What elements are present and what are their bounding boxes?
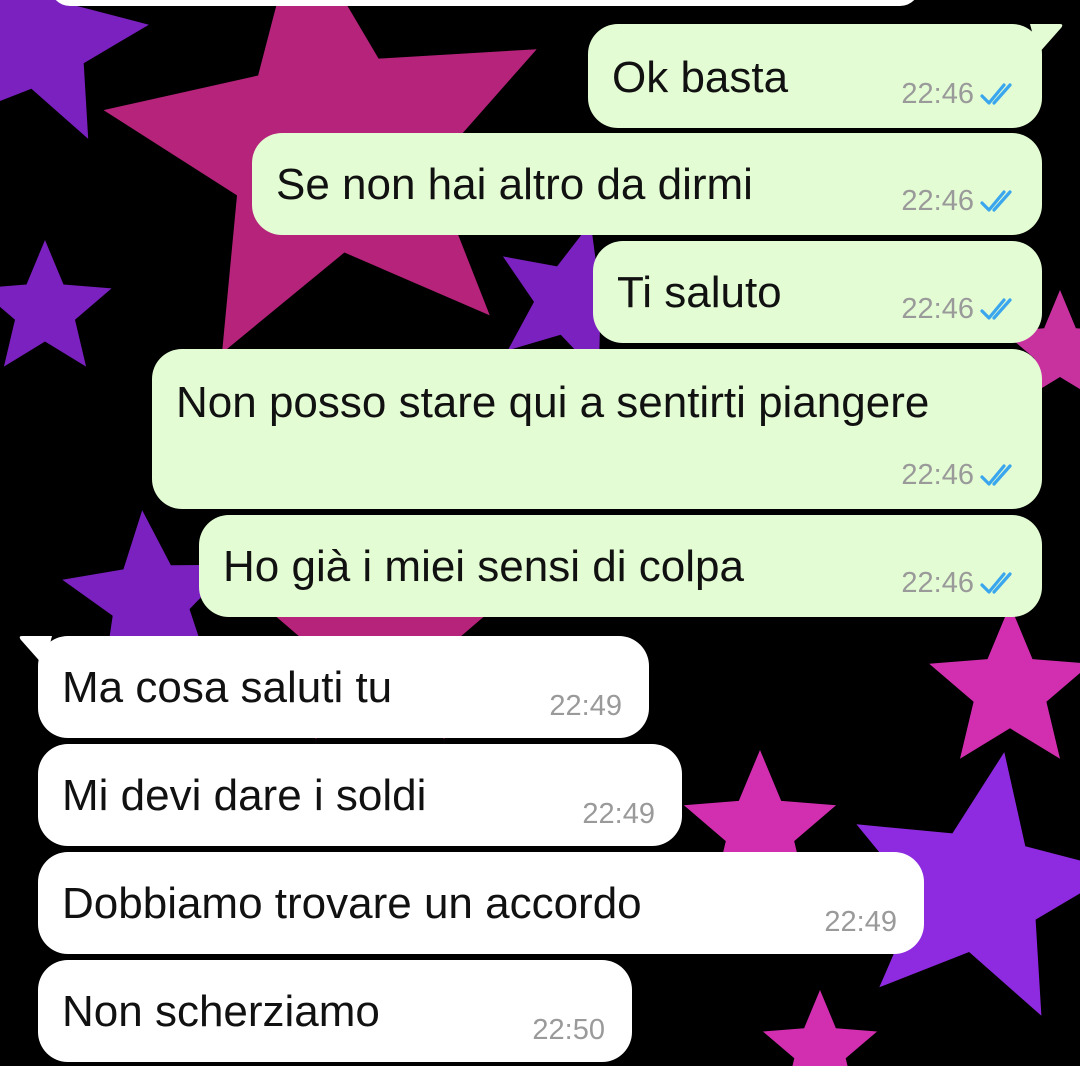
message-time: 22:49	[549, 690, 622, 722]
message-text: Dobbiamo trovare un accordo	[62, 879, 642, 928]
message-bubble-incoming[interactable]: Non scherziamo 22:50	[38, 960, 632, 1062]
message-bubble-incoming[interactable]: Mi devi dare i soldi 22:49	[38, 744, 682, 846]
message-time: 22:49	[582, 798, 655, 830]
message-bubble-incoming[interactable]: Ma cosa saluti tu 22:49	[38, 636, 649, 738]
message-meta: 22:46	[901, 461, 1020, 490]
message-time: 22:46	[901, 293, 974, 325]
message-meta: 22:49	[824, 908, 897, 937]
message-meta: 22:46	[901, 295, 1020, 324]
message-time: 22:46	[901, 185, 974, 217]
message-bubble-outgoing[interactable]: Non posso stare qui a sentirti piangere …	[152, 349, 1042, 509]
message-bubble-incoming[interactable]: Dobbiamo trovare un accordo 22:49	[38, 852, 924, 954]
message-text: Ok basta	[612, 53, 789, 102]
message-meta: 22:49	[582, 800, 655, 829]
message-time: 22:49	[824, 906, 897, 938]
message-text: Non scherziamo	[62, 987, 380, 1036]
double-check-read-icon	[980, 463, 1020, 489]
message-bubble-outgoing[interactable]: Ok basta 22:46	[588, 24, 1042, 128]
message-bubble-outgoing[interactable]: Ti saluto 22:46	[593, 241, 1042, 343]
message-meta: 22:46	[901, 569, 1020, 598]
message-time: 22:46	[901, 567, 974, 599]
double-check-read-icon	[980, 82, 1020, 108]
message-text: Mi devi dare i soldi	[62, 771, 427, 820]
message-text: Ti saluto	[617, 268, 782, 317]
message-text: Ma cosa saluti tu	[62, 663, 393, 712]
message-bubble-outgoing[interactable]: Ho già i miei sensi di colpa 22:46	[199, 515, 1042, 617]
message-text: Non posso stare qui a sentirti piangere	[176, 378, 930, 427]
message-meta: 22:46	[901, 187, 1020, 216]
message-text: Se non hai altro da dirmi	[276, 160, 753, 209]
double-check-read-icon	[980, 571, 1020, 597]
message-meta: 22:46	[901, 80, 1020, 109]
message-meta: 22:50	[532, 1016, 605, 1045]
double-check-read-icon	[980, 189, 1020, 215]
message-time: 22:46	[901, 78, 974, 110]
message-bubble-outgoing[interactable]: Se non hai altro da dirmi 22:46	[252, 133, 1042, 235]
message-time: 22:50	[532, 1014, 605, 1046]
bubble-tail	[1030, 24, 1063, 54]
double-check-read-icon	[980, 297, 1020, 323]
previous-message-bubble[interactable]	[50, 0, 920, 6]
message-meta: 22:49	[549, 692, 622, 721]
message-text: Ho già i miei sensi di colpa	[223, 542, 744, 591]
message-time: 22:46	[901, 459, 974, 491]
